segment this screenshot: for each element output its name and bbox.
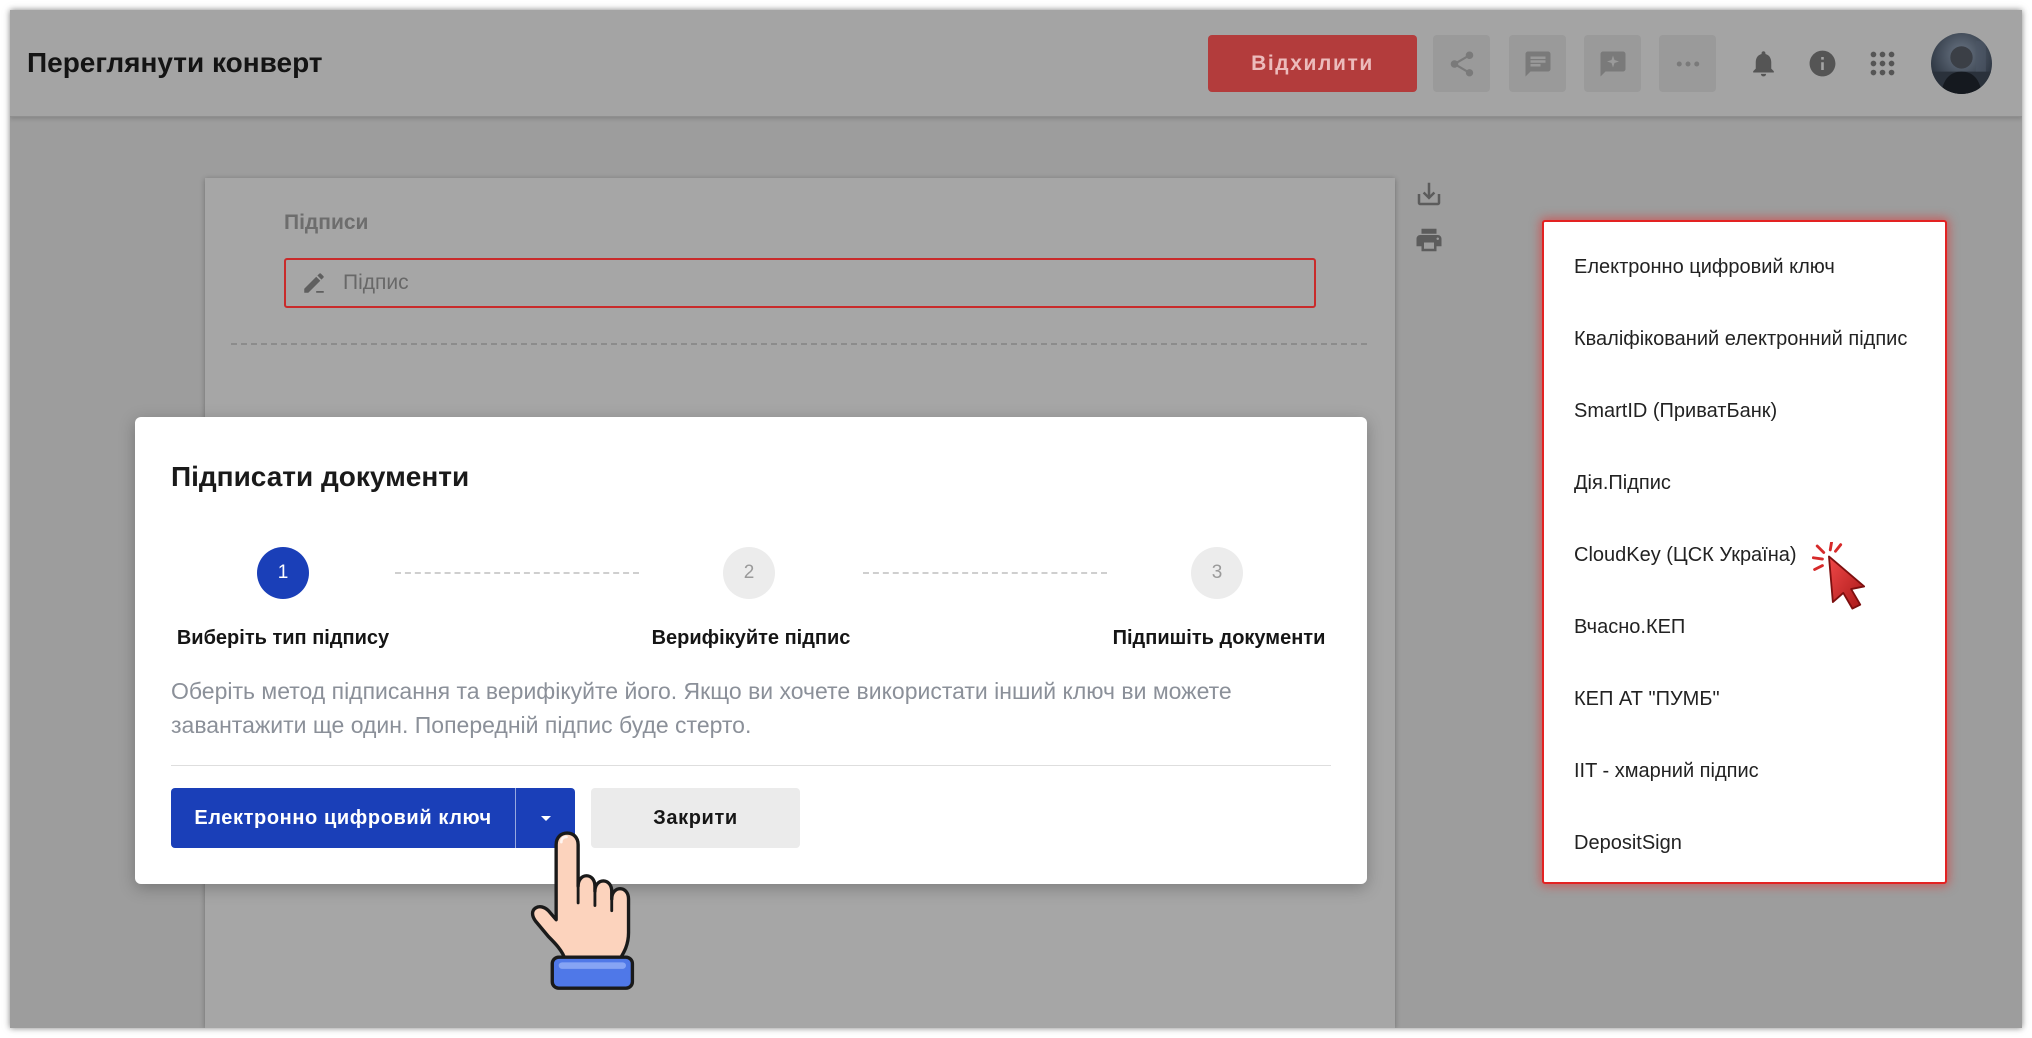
menu-item-depositsign[interactable]: DepositSign	[1544, 808, 1945, 880]
more-button[interactable]	[1659, 35, 1716, 92]
signatures-section-label: Підписи	[284, 211, 369, 234]
download-icon[interactable]	[1414, 179, 1444, 209]
notifications-button[interactable]	[1743, 43, 1784, 84]
bell-icon	[1753, 51, 1774, 77]
signature-placeholder: Підпис	[343, 271, 409, 294]
dialog-description: Оберіть метод підписання та верифікуйте …	[171, 678, 1232, 738]
pen-icon	[304, 273, 324, 293]
menu-item-vchasno[interactable]: Вчасно.КЕП	[1544, 592, 1945, 664]
menu-item-electronic-key[interactable]: Електронно цифровий ключ	[1544, 232, 1945, 304]
step-1-label: Виберіть тип підпису	[176, 627, 390, 649]
menu-item-iit-cloud[interactable]: IIT - хмарний підпис	[1544, 736, 1945, 808]
cursor-click-icon	[1812, 542, 1866, 610]
comments-button[interactable]	[1509, 35, 1566, 92]
step-connector	[395, 572, 639, 574]
share-button[interactable]	[1433, 35, 1490, 92]
step-1-indicator: 1	[257, 547, 309, 599]
section-divider	[231, 343, 1367, 345]
add-comment-icon	[1600, 51, 1625, 76]
apps-button[interactable]	[1862, 43, 1903, 84]
step-3-indicator: 3	[1191, 547, 1243, 599]
menu-item-qualified-signature[interactable]: Кваліфікований електронний підпис	[1544, 304, 1945, 376]
dialog-divider	[171, 765, 1331, 766]
signature-method-button[interactable]: Електронно цифровий ключ	[171, 788, 516, 848]
menu-item-pumb[interactable]: КЕП АТ "ПУМБ"	[1544, 664, 1945, 736]
signature-method-menu: Електронно цифровий ключ Кваліфікований …	[1542, 220, 1947, 884]
step-3-label: Підпишіть документи	[1112, 627, 1326, 649]
hand-pointer-icon	[530, 831, 635, 990]
step-2-label: Верифікуйте підпис	[651, 627, 851, 649]
comment-icon	[1525, 51, 1550, 76]
menu-item-cloudkey[interactable]: CloudKey (ЦСК Україна)	[1544, 520, 1945, 592]
more-icon	[1676, 61, 1699, 66]
reject-button[interactable]: Відхилити	[1208, 35, 1417, 92]
step-connector	[863, 572, 1107, 574]
menu-item-diia[interactable]: Дія.Підпис	[1544, 448, 1945, 520]
page-title: Переглянути конверт	[27, 47, 323, 78]
app-header: Переглянути конверт Відхилити	[10, 10, 2022, 117]
avatar[interactable]	[1931, 33, 1992, 94]
info-button[interactable]	[1802, 43, 1843, 84]
apps-icon	[1870, 51, 1895, 76]
share-icon	[1450, 51, 1473, 76]
print-icon[interactable]	[1414, 225, 1444, 255]
chevron-down-icon	[540, 816, 551, 821]
signature-method-split-button: Електронно цифровий ключ	[171, 788, 575, 848]
add-comment-button[interactable]	[1584, 35, 1641, 92]
dialog-title: Підписати документи	[171, 461, 470, 492]
step-2-indicator: 2	[723, 547, 775, 599]
menu-item-smartid[interactable]: SmartID (ПриватБанк)	[1544, 376, 1945, 448]
sign-documents-dialog: Підписати документи 1 2 3 Виберіть тип п…	[135, 417, 1367, 884]
info-icon	[1809, 50, 1836, 77]
app-window: Переглянути конверт Відхилити Підписи Пі…	[10, 10, 2022, 1028]
signature-field[interactable]: Підпис	[284, 258, 1316, 308]
